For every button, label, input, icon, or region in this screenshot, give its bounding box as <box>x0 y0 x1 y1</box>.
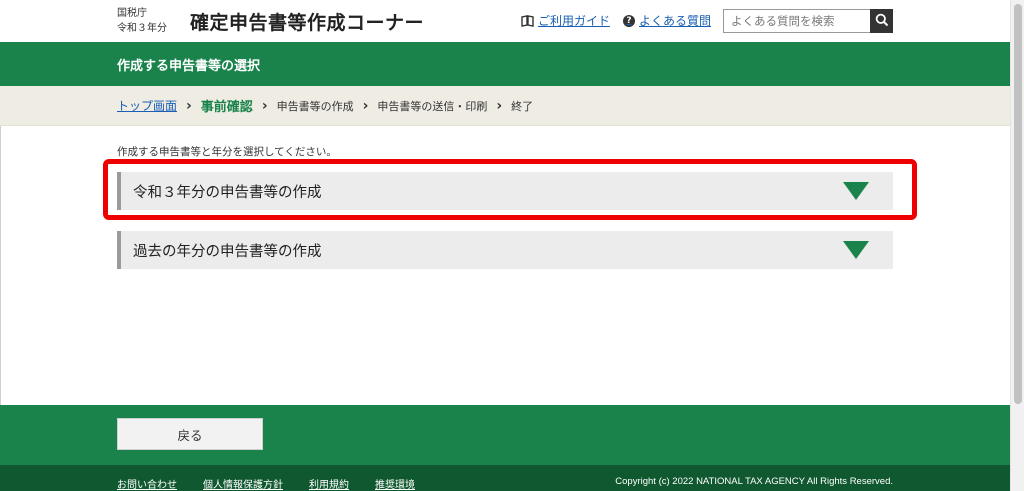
faq-search <box>723 9 893 33</box>
search-input[interactable] <box>723 9 870 33</box>
guide-link-label: ご利用ガイド <box>538 14 611 28</box>
chevron-right-icon: › <box>496 97 503 114</box>
scrollbar-thumb[interactable] <box>1014 4 1022 404</box>
accordion-current-year[interactable]: 令和３年分の申告書等の作成 <box>117 172 893 210</box>
site-header: 国税庁 令和３年分 確定申告書等作成コーナー ご利用ガイド ? よくある質問 <box>0 0 1010 42</box>
breadcrumb-step: 申告書等の作成 <box>276 99 354 113</box>
site-title: 確定申告書等作成コーナー <box>190 12 425 34</box>
breadcrumb: トップ画面 › 事前確認 › 申告書等の作成 › 申告書等の送信・印刷 › 終了 <box>0 86 1010 126</box>
footer-link-contact[interactable]: お問い合わせ <box>117 476 177 491</box>
faq-link-label: よくある質問 <box>639 14 712 28</box>
vertical-scrollbar[interactable] <box>1010 0 1024 491</box>
page-title-band: 作成する申告書等の選択 <box>0 42 1010 86</box>
breadcrumb-step-current: 事前確認 <box>200 100 253 115</box>
breadcrumb-step: 申告書等の送信・印刷 <box>377 99 488 113</box>
faq-link[interactable]: ? よくある質問 <box>623 12 711 29</box>
agency-label: 国税庁 令和３年分 <box>117 6 167 36</box>
search-button[interactable] <box>870 9 893 33</box>
copyright-text: Copyright (c) 2022 NATIONAL TAX AGENCY A… <box>615 476 893 487</box>
accordion-label: 過去の年分の申告書等の作成 <box>133 243 322 260</box>
back-button[interactable]: 戻る <box>117 418 263 450</box>
breadcrumb-step-top[interactable]: トップ画面 <box>117 97 177 114</box>
page-title: 作成する申告書等の選択 <box>117 59 261 74</box>
tax-year-label: 令和３年分 <box>117 23 167 34</box>
footer-link-terms[interactable]: 利用規約 <box>309 476 349 491</box>
accordion-past-years[interactable]: 過去の年分の申告書等の作成 <box>117 231 893 269</box>
footer-action-bar: 戻る <box>0 405 1010 465</box>
chevron-right-icon: › <box>186 97 192 114</box>
instruction-text: 作成する申告書等と年分を選択してください。 <box>117 146 337 158</box>
footer-link-environment[interactable]: 推奨環境 <box>375 476 415 491</box>
footer-links: お問い合わせ 個人情報保護方針 利用規約 推奨環境 <box>117 476 415 491</box>
breadcrumb-step: 終了 <box>511 99 534 113</box>
site-footer: お問い合わせ 個人情報保護方針 利用規約 推奨環境 Copyright (c) … <box>0 465 1010 491</box>
agency-name: 国税庁 <box>117 8 147 19</box>
book-icon <box>521 14 534 27</box>
chevron-right-icon: › <box>261 97 268 114</box>
triangle-down-icon <box>843 241 869 259</box>
accordion-label: 令和３年分の申告書等の作成 <box>133 184 322 201</box>
question-circle-icon: ? <box>623 14 635 27</box>
search-icon <box>875 12 889 31</box>
chevron-right-icon: › <box>362 97 369 114</box>
triangle-down-icon <box>843 182 869 200</box>
footer-link-privacy[interactable]: 個人情報保護方針 <box>203 476 283 491</box>
guide-link[interactable]: ご利用ガイド <box>521 12 610 29</box>
